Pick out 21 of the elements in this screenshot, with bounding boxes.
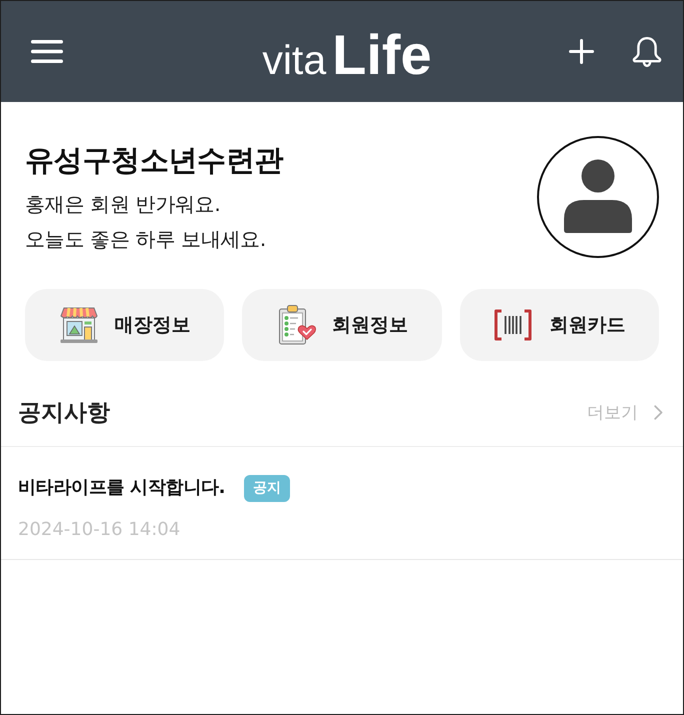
greeting-text: 홍재은 회원 반가워요. — [25, 191, 220, 218]
greeting-text: 오늘도 좋은 하루 보내세요. — [25, 226, 266, 253]
store-icon — [58, 306, 99, 344]
menu-icon — [31, 40, 63, 63]
menu-button[interactable] — [31, 40, 63, 63]
add-button[interactable] — [569, 39, 594, 64]
chevron-right-icon — [654, 405, 663, 420]
avatar-icon — [537, 136, 659, 258]
notice-title[interactable]: 비타라이프를 시작합니다. — [18, 473, 226, 503]
shortcut-button[interactable]: 회원카드 — [460, 289, 659, 361]
notice-tag: 공지 — [244, 474, 290, 502]
shortcut-button[interactable]: 회원정보 — [242, 289, 442, 361]
plus-icon — [569, 39, 594, 64]
app-logo: vitaLife — [262, 22, 432, 82]
section-title: 공지사항 — [18, 399, 110, 428]
barcode-icon — [493, 309, 534, 341]
bell-icon — [631, 36, 663, 68]
organization-title: 유성구청소년수련관 — [25, 142, 284, 178]
shortcut-button[interactable]: 매장정보 — [25, 289, 224, 361]
notice-date: 2024-10-16 14:04 — [18, 518, 180, 542]
notification-button[interactable] — [631, 36, 663, 68]
